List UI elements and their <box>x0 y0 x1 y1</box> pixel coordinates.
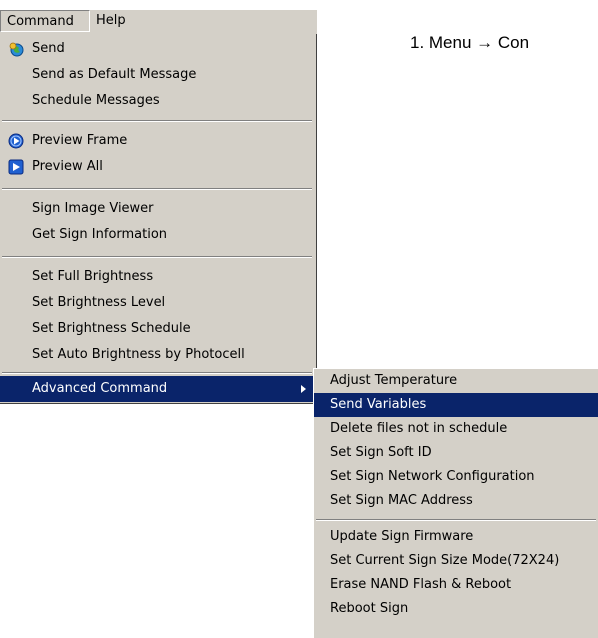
menu-command-label: Command <box>7 14 74 29</box>
menu-item-get-sign-info[interactable]: Get Sign Information <box>0 222 314 248</box>
send-globe-icon <box>9 42 24 57</box>
menu-separator <box>2 188 312 190</box>
menu-item-full-brightness[interactable]: Set Full Brightness <box>0 264 314 290</box>
submenu-item-network-config[interactable]: Set Sign Network Configuration <box>314 465 598 489</box>
menu-item-label: Preview Frame <box>32 133 128 148</box>
menu-item-label: Set Full Brightness <box>32 269 154 284</box>
menu-item-label: Sign Image Viewer <box>32 201 154 216</box>
submenu-item-soft-id[interactable]: Set Sign Soft ID <box>314 441 598 465</box>
menu-help[interactable]: Help <box>90 10 140 32</box>
menu-item-label: Set Auto Brightness by Photocell <box>32 347 245 362</box>
instruction-text: 1. Menu → Con <box>410 33 530 52</box>
submenu-item-label: Set Current Sign Size Mode(72X24) <box>330 553 560 568</box>
advanced-command-submenu: Adjust Temperature Send Variables Delete… <box>313 368 598 638</box>
submenu-item-erase-nand[interactable]: Erase NAND Flash & Reboot <box>314 573 598 597</box>
menu-bar: Command Help <box>0 10 317 34</box>
menu-item-label: Set Brightness Level <box>32 295 166 310</box>
submenu-item-label: Update Sign Firmware <box>330 529 474 544</box>
menu-item-label: Get Sign Information <box>32 227 168 242</box>
submenu-separator <box>316 519 596 521</box>
submenu-item-label: Reboot Sign <box>330 601 409 616</box>
menu-item-label: Set Brightness Schedule <box>32 321 191 336</box>
menu-item-send-default[interactable]: Send as Default Message <box>0 62 314 88</box>
screenshot-canvas: Command Help Send Send as Default Messag… <box>0 0 598 638</box>
submenu-item-label: Delete files not in schedule <box>330 421 508 436</box>
submenu-arrow-icon <box>301 385 306 393</box>
menu-separator <box>2 120 312 122</box>
submenu-item-label: Adjust Temperature <box>330 373 458 388</box>
menu-item-label: Preview All <box>32 159 103 174</box>
submenu-item-adjust-temperature[interactable]: Adjust Temperature <box>314 369 598 393</box>
menu-item-preview-all[interactable]: Preview All <box>0 154 314 180</box>
menu-separator <box>2 372 312 374</box>
menu-item-sign-image-viewer[interactable]: Sign Image Viewer <box>0 196 314 222</box>
submenu-item-send-variables[interactable]: Send Variables <box>314 393 598 417</box>
menu-item-label: Send <box>32 41 65 56</box>
submenu-item-label: Send Variables <box>330 397 427 412</box>
menu-help-label: Help <box>96 13 126 28</box>
submenu-item-mac-address[interactable]: Set Sign MAC Address <box>314 489 598 513</box>
submenu-item-reboot-sign[interactable]: Reboot Sign <box>314 597 598 621</box>
menu-command[interactable]: Command <box>0 10 90 32</box>
submenu-item-update-firmware[interactable]: Update Sign Firmware <box>314 525 598 549</box>
preview-all-icon <box>8 159 24 175</box>
menu-separator <box>2 256 312 258</box>
menu-item-label: Advanced Command <box>32 381 168 396</box>
menu-item-label: Send as Default Message <box>32 67 197 82</box>
menu-item-schedule-messages[interactable]: Schedule Messages <box>0 88 314 114</box>
submenu-item-label: Set Sign MAC Address <box>330 493 473 508</box>
menu-item-send[interactable]: Send <box>0 36 314 62</box>
submenu-item-label: Set Sign Soft ID <box>330 445 432 460</box>
command-dropdown: Send Send as Default Message Schedule Me… <box>0 34 317 404</box>
submenu-item-delete-files[interactable]: Delete files not in schedule <box>314 417 598 441</box>
menu-item-label: Schedule Messages <box>32 93 160 108</box>
menu-item-brightness-schedule[interactable]: Set Brightness Schedule <box>0 316 314 342</box>
menu-item-preview-frame[interactable]: Preview Frame <box>0 128 314 154</box>
submenu-item-label: Erase NAND Flash & Reboot <box>330 577 512 592</box>
menu-item-advanced-command[interactable]: Advanced Command <box>0 376 314 402</box>
menu-item-brightness-level[interactable]: Set Brightness Level <box>0 290 314 316</box>
submenu-item-sign-size-mode[interactable]: Set Current Sign Size Mode(72X24) <box>314 549 598 573</box>
menu-item-auto-brightness[interactable]: Set Auto Brightness by Photocell <box>0 342 314 368</box>
preview-frame-icon <box>8 133 24 149</box>
submenu-item-label: Set Sign Network Configuration <box>330 469 535 484</box>
